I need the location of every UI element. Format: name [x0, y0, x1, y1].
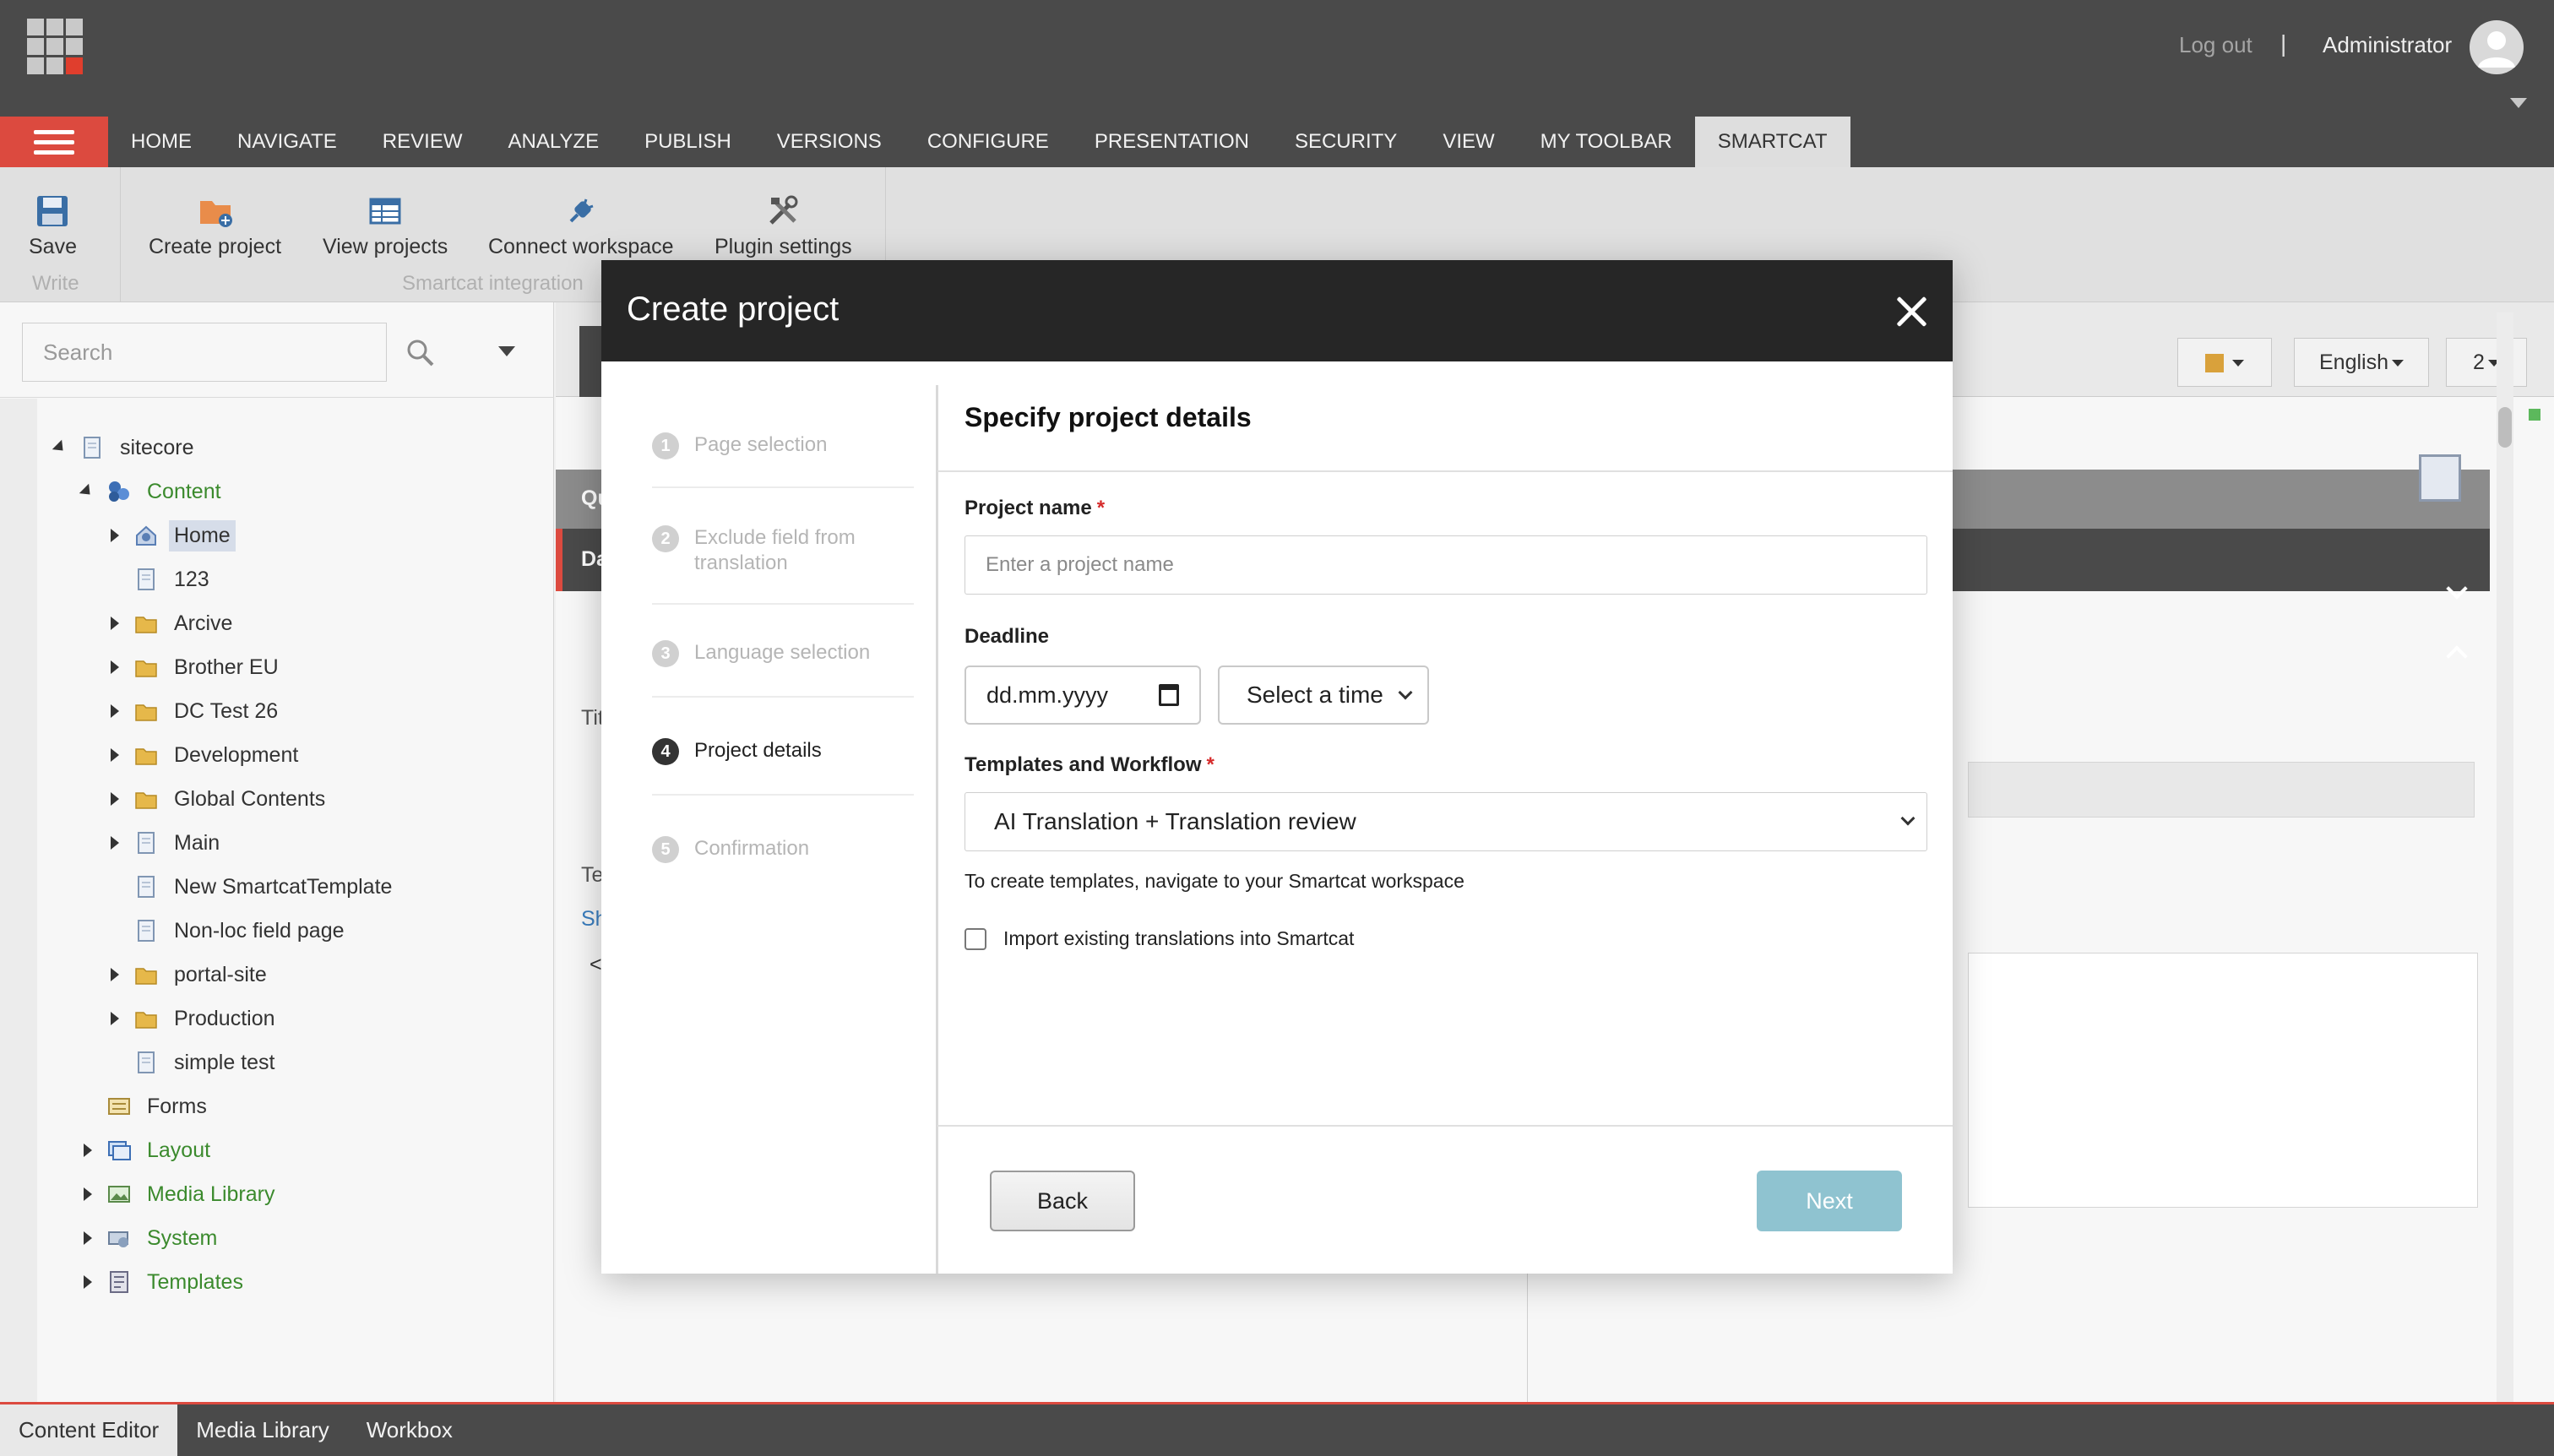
- dialog-header: Create project: [601, 260, 1953, 361]
- deadline-label: Deadline: [965, 625, 1050, 648]
- create-project-dialog: Create project 1 Page selection 2 Exclude …: [601, 260, 1953, 1274]
- calendar-icon[interactable]: [1159, 684, 1179, 706]
- deadline-time-select[interactable]: Select a time: [1218, 666, 1429, 725]
- project-name-input[interactable]: [965, 535, 1927, 595]
- close-icon[interactable]: [1894, 294, 1929, 329]
- step-page-selection: 1 Page selection: [652, 432, 914, 459]
- chevron-down-icon: [1900, 811, 1916, 826]
- dialog-title: Create project: [627, 291, 840, 328]
- import-translations-checkbox[interactable]: [965, 927, 986, 950]
- deadline-date-input[interactable]: dd.mm.yyyy: [965, 666, 1201, 725]
- templates-workflow-label: Templates and Workflow *: [965, 753, 1215, 776]
- step-language-selection: 3 Language selection: [652, 640, 914, 667]
- next-button[interactable]: Next: [1757, 1171, 1902, 1231]
- form-heading: Specify project details: [965, 402, 1252, 432]
- project-name-label: Project name *: [965, 497, 1106, 519]
- step-confirmation: 5 Confirmation: [652, 836, 914, 863]
- chevron-down-icon: [1398, 685, 1413, 700]
- back-button[interactable]: Back: [990, 1171, 1135, 1231]
- import-translations-label[interactable]: Import existing translations into Smartc…: [1003, 927, 1354, 950]
- step-exclude-field: 2 Exclude field from translation: [652, 525, 914, 576]
- step-project-details: 4 Project details: [652, 738, 914, 765]
- wizard-steps: 1 Page selection 2 Exclude field from tran…: [601, 361, 937, 1274]
- templates-hint-text: To create templates, navigate to your Sm…: [965, 870, 1464, 892]
- import-translations-row[interactable]: Import existing translations into Smartc…: [965, 927, 1354, 950]
- templates-workflow-select[interactable]: AI Translation + Translation review: [965, 792, 1927, 851]
- modal-overlay: Create project 1 Page selection 2 Exclude …: [0, 0, 2554, 1456]
